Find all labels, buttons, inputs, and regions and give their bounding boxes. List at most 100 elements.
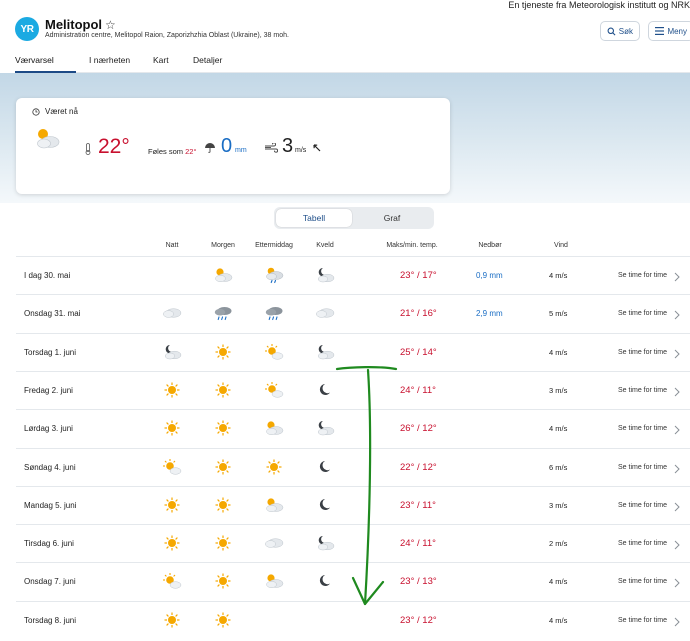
chevron-right-icon[interactable] — [674, 614, 680, 632]
table-row[interactable]: Søndag 4. juni 22° / 12° 6 m/s Se time for … — [16, 447, 690, 486]
min-temp: 11° — [422, 499, 436, 511]
hourly-link[interactable]: Se time for time — [618, 502, 667, 509]
chevron-right-icon[interactable] — [674, 307, 680, 325]
partly-cloudy-night-icon — [315, 534, 335, 552]
fair-day-icon — [162, 572, 182, 590]
row-wind: 4 m/s — [549, 577, 568, 587]
min-temp: 12° — [422, 614, 437, 626]
column-header-wind: Vind — [554, 242, 568, 249]
feels-like-value: 22° — [185, 147, 197, 156]
table-row[interactable]: Lørdag 3. juni 26° / 12° 4 m/s Se time for … — [16, 409, 690, 447]
hourly-link[interactable]: Se time for time — [618, 310, 667, 317]
rain-icon — [213, 304, 233, 322]
sun-icon — [162, 611, 182, 629]
table-row[interactable]: Tirsdag 6. juni 24° / 11° 2 m/s Se time for… — [16, 524, 690, 562]
current-weather-card: Været nå 22° Føles som 22° 0 mm 3 m/s — [16, 98, 450, 194]
chevron-right-icon[interactable] — [674, 461, 680, 479]
chevron-right-icon[interactable] — [674, 499, 680, 517]
rain-showers-day-icon — [264, 266, 284, 284]
search-label: Søk — [618, 26, 633, 36]
hourly-link[interactable]: Se time for time — [618, 387, 667, 394]
hourly-link[interactable]: Se time for time — [618, 540, 667, 547]
table-row[interactable]: Torsdag 8. juni 23° / 12° 4 m/s Se time for… — [16, 600, 690, 639]
partly-cloudy-night-icon — [315, 266, 335, 284]
hamburger-icon — [655, 27, 665, 35]
wind-direction-arrow-icon — [313, 144, 321, 152]
chevron-right-icon[interactable] — [674, 346, 680, 364]
row-wind: 4 m/s — [549, 271, 568, 280]
chevron-right-icon[interactable] — [674, 537, 680, 555]
hourly-link[interactable]: Se time for time — [618, 464, 667, 471]
tab-kart[interactable]: Kart — [153, 55, 169, 65]
moon-icon — [315, 381, 335, 399]
chevron-right-icon[interactable] — [674, 422, 680, 440]
tab-detaljer[interactable]: Detaljer — [193, 55, 222, 65]
min-temp: 12° — [422, 461, 437, 473]
sun-icon — [264, 458, 284, 476]
row-wind: 4 m/s — [549, 424, 568, 434]
row-day: Torsdag 1. juni — [24, 347, 77, 357]
row-day: Torsdag 8. juni — [24, 615, 77, 625]
row-temperature: 23° / 17° — [400, 270, 437, 281]
cloudy-icon — [315, 304, 335, 322]
partly-cloudy-day-icon — [264, 496, 284, 514]
sun-icon — [162, 534, 182, 552]
table-row[interactable]: Onsdag 31. mai 21° / 16° 2,9 mm 5 m/s Se tim… — [16, 294, 690, 332]
row-temperature: 23° / 13° — [400, 576, 437, 587]
max-temp: 24° — [400, 384, 415, 396]
partly-cloudy-night-icon — [162, 343, 182, 361]
tab-i-naerheten[interactable]: I nærheten — [89, 55, 130, 65]
partly-cloudy-day-icon — [264, 419, 284, 437]
chevron-right-icon[interactable] — [674, 269, 680, 287]
favorite-star-icon[interactable]: ☆ — [105, 18, 116, 32]
header: YR Melitopol ☆ Administration centre, Mel… — [15, 14, 690, 54]
place-name: Melitopol — [45, 17, 103, 32]
row-wind: 4 m/s — [549, 347, 568, 357]
table-row[interactable]: Fredag 2. juni 24° / 11° 3 m/s Se time for … — [16, 370, 690, 409]
feels-like: Føles som 22° — [148, 147, 196, 156]
row-temperature: 25° / 14° — [400, 347, 437, 358]
search-button[interactable]: Søk — [599, 21, 640, 41]
hourly-link[interactable]: Se time for time — [618, 349, 667, 356]
table-row[interactable]: Torsdag 1. juni 25° / 14° 4 m/s Se time for… — [16, 332, 690, 371]
graph-view-button[interactable]: Graf — [354, 209, 430, 227]
column-header-ettermiddag: Ettermiddag — [255, 242, 293, 249]
hourly-link[interactable]: Se time for time — [618, 425, 667, 432]
table-view-button[interactable]: Tabell — [276, 209, 352, 227]
table-row[interactable]: Mandag 5. juni 23° / 11° 3 m/s Se time for … — [16, 485, 690, 524]
hourly-link[interactable]: Se time for time — [618, 617, 667, 624]
row-temperature: 24° / 11° — [400, 538, 436, 549]
menu-button[interactable]: Meny — [648, 21, 690, 41]
chevron-right-icon[interactable] — [674, 384, 680, 402]
sun-icon — [213, 343, 233, 361]
sun-icon — [213, 496, 233, 514]
partly-cloudy-day-icon — [37, 129, 60, 149]
table-row[interactable]: Onsdag 7. juni 23° / 13° 4 m/s Se time for … — [16, 562, 690, 600]
tab-vaervarsel[interactable]: Værvarsel — [15, 55, 54, 65]
max-temp: 22° — [400, 461, 415, 473]
column-header-natt: Natt — [165, 242, 179, 249]
row-temperature: 23° / 11° — [400, 500, 436, 511]
table-row[interactable]: I dag 30. mai 23° / 17° 0,9 mm 4 m/s Se time… — [16, 256, 690, 294]
row-day: Fredag 2. juni — [24, 385, 73, 395]
cloudy-icon — [264, 534, 284, 552]
moon-icon — [315, 572, 335, 590]
max-temp: 24° — [400, 538, 415, 550]
fair-day-icon — [264, 343, 284, 361]
row-wind: 6 m/s — [549, 462, 568, 472]
row-day: I dag 30. mai — [24, 271, 71, 280]
view-toggle: Tabell Graf — [274, 207, 434, 229]
row-wind: 3 m/s — [549, 385, 568, 395]
hourly-link[interactable]: Se time for time — [618, 272, 667, 279]
sun-icon — [213, 534, 233, 552]
sun-icon — [213, 419, 233, 437]
min-temp: 16° — [422, 308, 437, 320]
chevron-right-icon[interactable] — [674, 575, 680, 593]
yr-logo[interactable]: YR — [15, 17, 39, 41]
page-title: Melitopol ☆ — [45, 17, 116, 32]
current-precipitation: 0 — [221, 135, 233, 157]
row-temperature: 21° / 16° — [400, 308, 437, 319]
hourly-link[interactable]: Se time for time — [618, 578, 667, 585]
column-header-precip: Nedbør — [478, 242, 502, 249]
thermometer-icon — [85, 143, 91, 155]
